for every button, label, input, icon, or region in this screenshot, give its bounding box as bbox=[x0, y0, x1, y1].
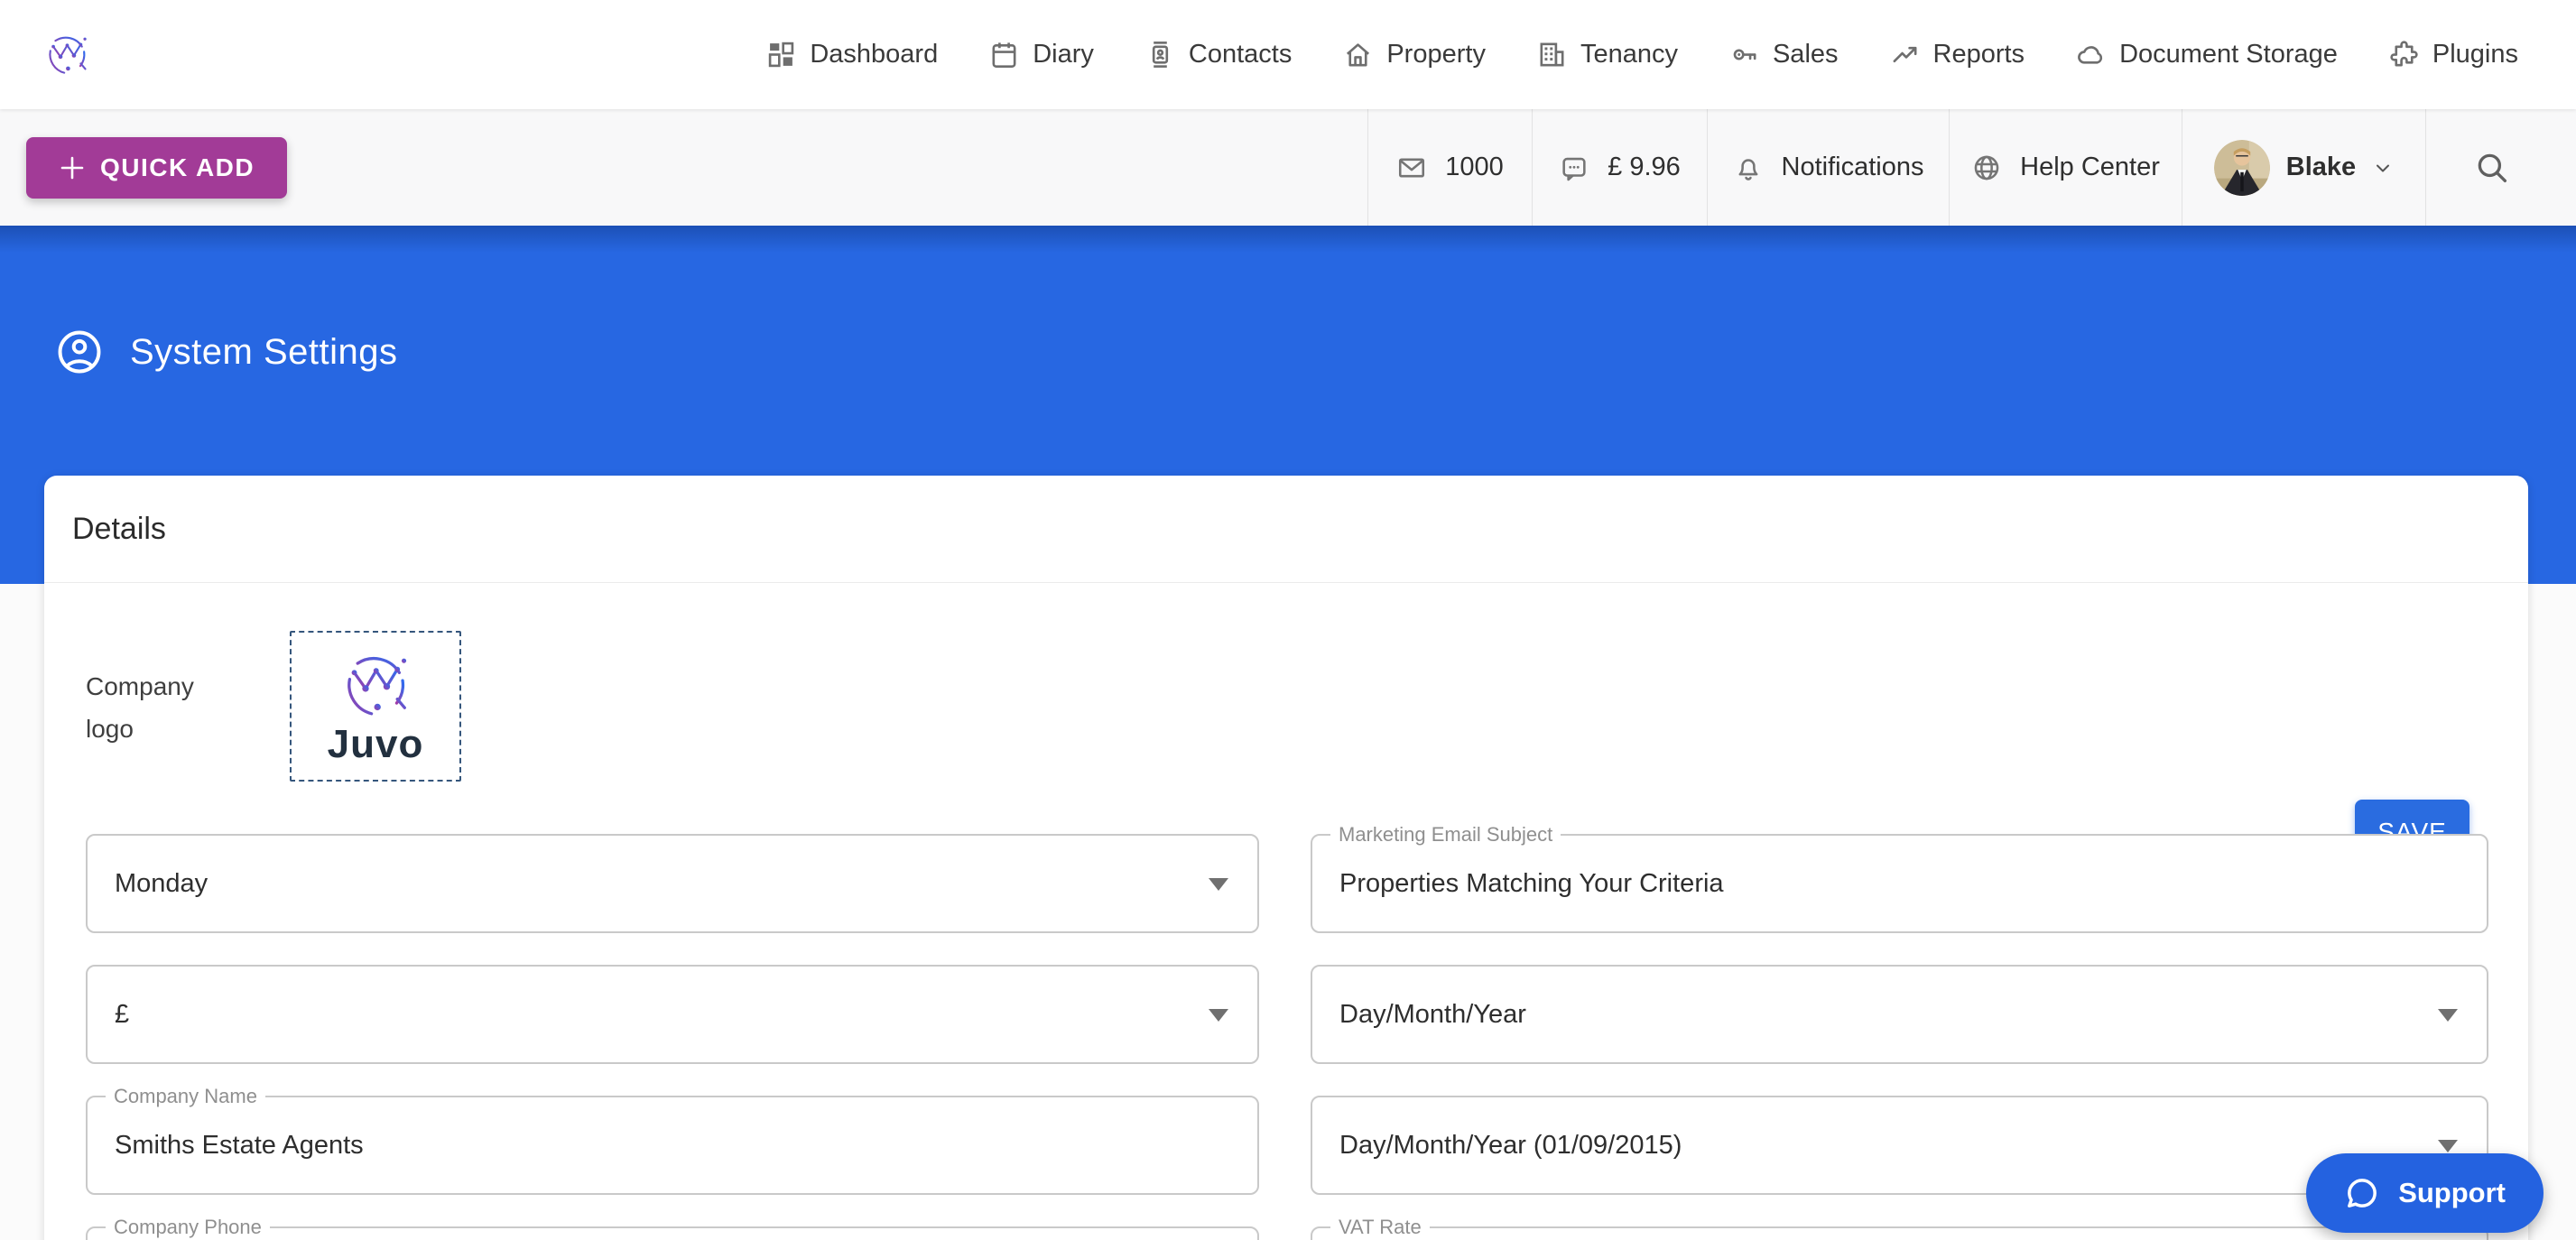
nav-label: Property bbox=[1386, 40, 1486, 69]
top-navigation: Dashboard Diary Contacts Property Tenanc… bbox=[0, 0, 2576, 109]
quick-add-button[interactable]: QUICK ADD bbox=[26, 137, 287, 199]
company-logo-upload[interactable]: Juvo bbox=[290, 631, 461, 782]
nav-label: Sales bbox=[1773, 40, 1839, 69]
cloud-icon bbox=[2075, 39, 2107, 70]
details-card-header: Details bbox=[44, 476, 2528, 583]
vat-rate-field[interactable]: VAT Rate bbox=[1311, 1226, 2488, 1240]
puzzle-icon bbox=[2388, 39, 2420, 70]
nav-item-document-storage[interactable]: Document Storage bbox=[2075, 39, 2338, 70]
company-logo-wordmark: Juvo bbox=[328, 722, 424, 767]
avatar bbox=[2214, 140, 2270, 196]
bell-icon bbox=[1733, 153, 1764, 183]
email-credits-button[interactable]: 1000 bbox=[1367, 109, 1532, 226]
vat-rate-label: VAT Rate bbox=[1330, 1216, 1430, 1239]
user-menu[interactable]: Blake bbox=[2182, 109, 2425, 226]
company-phone-field[interactable]: Company Phone bbox=[86, 1226, 1259, 1240]
id-card-icon bbox=[1144, 39, 1176, 70]
plus-icon bbox=[59, 154, 86, 181]
nav-label: Tenancy bbox=[1580, 40, 1678, 69]
credit-balance: £ 9.96 bbox=[1608, 153, 1681, 182]
dropdown-caret-icon bbox=[2438, 1140, 2458, 1152]
nav-label: Diary bbox=[1033, 40, 1094, 69]
first-day-select[interactable]: Monday bbox=[86, 834, 1259, 933]
main-menu: Dashboard Diary Contacts Property Tenanc… bbox=[765, 39, 2576, 70]
support-button[interactable]: Support bbox=[2306, 1153, 2544, 1233]
nav-label: Plugins bbox=[2432, 40, 2518, 69]
date-format-value: Day/Month/Year bbox=[1339, 967, 1526, 1062]
nav-label: Contacts bbox=[1189, 40, 1292, 69]
building-icon bbox=[1536, 39, 1568, 70]
dropdown-caret-icon bbox=[1209, 1009, 1228, 1022]
date-format-long-value: Day/Month/Year (01/09/2015) bbox=[1339, 1097, 1682, 1193]
dropdown-caret-icon bbox=[1209, 878, 1228, 891]
company-logo-label: Company logo bbox=[86, 631, 239, 750]
nav-item-contacts[interactable]: Contacts bbox=[1144, 39, 1292, 70]
help-center-button[interactable]: Help Center bbox=[1949, 109, 2182, 226]
chat-bubble-icon bbox=[1559, 153, 1589, 183]
nav-label: Dashboard bbox=[810, 40, 938, 69]
nav-item-tenancy[interactable]: Tenancy bbox=[1536, 39, 1678, 70]
user-name: Blake bbox=[2286, 153, 2356, 182]
chevron-down-icon bbox=[2372, 157, 2394, 179]
first-day-value: Monday bbox=[115, 836, 208, 931]
calendar-icon bbox=[988, 39, 1020, 70]
home-icon bbox=[1342, 39, 1374, 70]
search-icon bbox=[2473, 149, 2511, 187]
nav-item-dashboard[interactable]: Dashboard bbox=[765, 39, 938, 70]
currency-select[interactable]: £ bbox=[86, 965, 1259, 1064]
card-title: Details bbox=[72, 512, 166, 547]
company-name-field[interactable]: Company Name Smiths Estate Agents bbox=[86, 1096, 1259, 1195]
juvo-logo-icon[interactable] bbox=[42, 30, 92, 80]
sms-credit-button[interactable]: £ 9.96 bbox=[1532, 109, 1707, 226]
settings-form: Monday Marketing Email Subject Propertie… bbox=[86, 834, 2488, 1240]
nav-label: Reports bbox=[1933, 40, 2025, 69]
currency-value: £ bbox=[115, 967, 129, 1062]
details-card: Details SAVE Company logo Juvo Monday Ma… bbox=[44, 476, 2528, 1240]
company-logo-image bbox=[336, 646, 415, 726]
marketing-email-subject-field[interactable]: Marketing Email Subject Properties Match… bbox=[1311, 834, 2488, 933]
dropdown-caret-icon bbox=[2438, 1009, 2458, 1022]
nav-item-diary[interactable]: Diary bbox=[988, 39, 1094, 70]
nav-item-plugins[interactable]: Plugins bbox=[2388, 39, 2518, 70]
page-title: System Settings bbox=[130, 332, 398, 373]
globe-icon bbox=[1971, 153, 2002, 183]
envelope-icon bbox=[1396, 153, 1427, 183]
dashboard-grid-icon bbox=[765, 39, 797, 70]
company-name-value: Smiths Estate Agents bbox=[115, 1097, 364, 1193]
notifications-button[interactable]: Notifications bbox=[1707, 109, 1949, 226]
trend-up-icon bbox=[1889, 39, 1921, 70]
nav-item-property[interactable]: Property bbox=[1342, 39, 1486, 70]
company-logo-row: Company logo Juvo bbox=[86, 631, 2488, 782]
global-search-button[interactable] bbox=[2425, 109, 2576, 226]
help-center-label: Help Center bbox=[2020, 153, 2160, 182]
toolbar-right-group: 1000 £ 9.96 Notifications Help Center Bl… bbox=[1367, 109, 2576, 226]
quick-add-label: QUICK ADD bbox=[100, 153, 255, 182]
notifications-label: Notifications bbox=[1782, 153, 1924, 182]
user-settings-icon bbox=[54, 327, 105, 377]
support-label: Support bbox=[2398, 1177, 2506, 1209]
marketing-email-subject-value: Properties Matching Your Criteria bbox=[1339, 836, 1724, 931]
company-phone-label: Company Phone bbox=[106, 1216, 270, 1239]
secondary-toolbar: QUICK ADD 1000 £ 9.96 Notifications Help… bbox=[0, 109, 2576, 226]
nav-label: Document Storage bbox=[2119, 40, 2338, 69]
key-icon bbox=[1728, 39, 1760, 70]
email-credit-count: 1000 bbox=[1445, 153, 1504, 182]
nav-item-sales[interactable]: Sales bbox=[1728, 39, 1839, 70]
date-format-select[interactable]: Day/Month/Year bbox=[1311, 965, 2488, 1064]
support-chat-icon bbox=[2344, 1175, 2380, 1211]
nav-item-reports[interactable]: Reports bbox=[1889, 39, 2025, 70]
